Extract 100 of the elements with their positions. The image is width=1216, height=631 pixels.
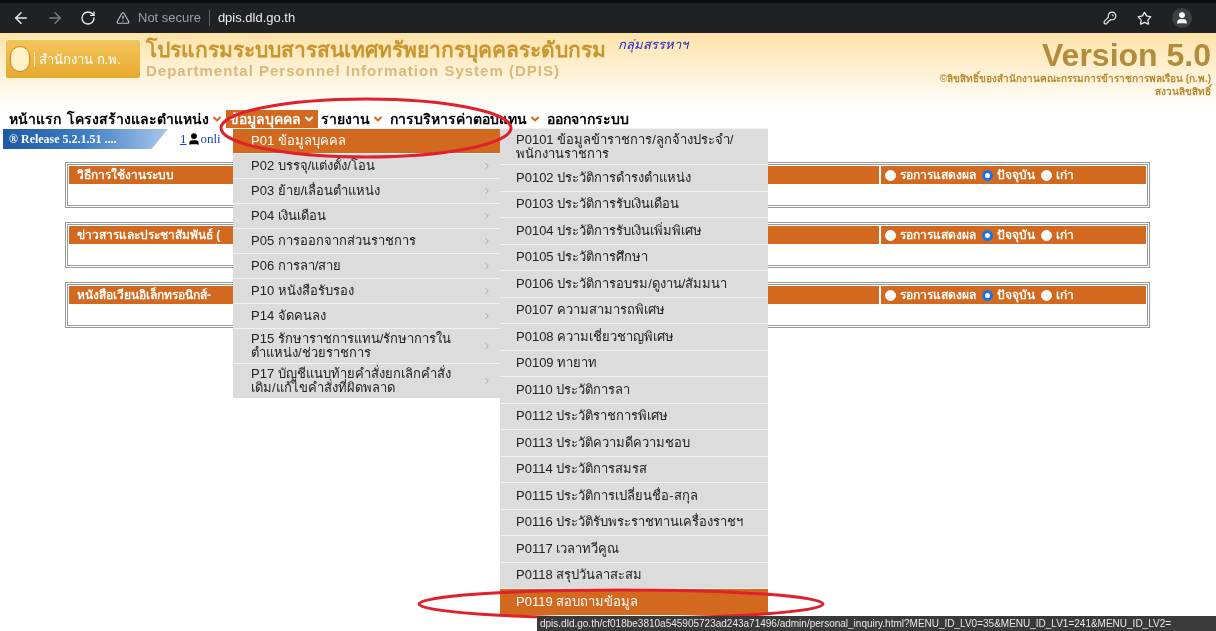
menu-item-label: P03 ย้าย/เลื่อนตำแหน่ง xyxy=(251,184,382,198)
submenu-item-label: P0107 ความสามารถพิเศษ xyxy=(516,303,666,318)
version-label: Version 5.0 xyxy=(1042,38,1211,72)
submenu-item-label: P0104 ประวัติการรับเงินเพิ่มพิเศษ xyxy=(516,223,703,238)
filter-radio[interactable]: ปัจจุบัน xyxy=(982,286,1035,304)
radio-icon[interactable] xyxy=(982,169,993,181)
submenu-item[interactable]: P0102 ประวัติการดำรงตำแหน่ง xyxy=(500,164,768,191)
filter-radio[interactable]: รอการแสดงผล xyxy=(885,286,976,304)
menu-item-label: P06 การลา/สาย xyxy=(251,259,343,273)
submenu-item[interactable]: P0117 เวลาทวีคูณ xyxy=(500,535,768,562)
submenu-item-label: P0116 ประวัติรับพระราชทานเครื่องราชฯ xyxy=(516,515,744,530)
menu-item-label: P05 การออกจากส่วนราชการ xyxy=(251,234,417,248)
system-subtitle: Departmental Personnel Information System (DPIS) xyxy=(146,62,560,79)
profile-icon[interactable] xyxy=(1172,8,1192,28)
star-icon[interactable] xyxy=(1137,10,1152,26)
submenu-item-label: P0105 ประวัติการศึกษา xyxy=(516,250,649,265)
submenu-item[interactable]: P0114 ประวัติการสมรส xyxy=(500,455,768,482)
menu-item[interactable]: P05 การออกจากส่วนราชการ xyxy=(233,228,500,253)
menu-item-label: P17 บัญชีแนบท้ายคำสั่งยกเลิกคำสั่งเดิม/แก้ไขคำสั่งที่ผิดพลาด xyxy=(251,367,452,395)
menu-item[interactable]: P04 เงินเดือน xyxy=(233,203,500,228)
radio-label: รอการแสดงผล xyxy=(900,167,976,184)
submenu-item-label: P0101 ข้อมูลข้าราชการ/ลูกจ้างประจำ/พนักงานราชการ xyxy=(516,132,735,161)
submenu-item-label: P0113 ประวัติความดีความชอบ xyxy=(516,435,691,450)
status-url: dpis.dld.go.th/cf018be3810a545905723ad243a71496/admin/personal_inquiry.html?MENU_ID_LV0=35&MENU_ID_LV1=241&MENU_ID_LV2= xyxy=(540,617,1172,631)
system-title: โปรแกรมระบบสารสนเทศทรัพยากรบุคคลระดับกรม xyxy=(146,38,606,62)
radio-label: ปัจจุบัน xyxy=(997,167,1035,184)
menu-item[interactable]: P01 ข้อมูลบุคคล xyxy=(233,128,500,153)
menu-item[interactable]: P10 หนังสือรับรอง xyxy=(233,278,500,303)
submenu-item[interactable]: P0110 ประวัติการลา xyxy=(500,376,768,403)
menu-item[interactable]: P06 การลา/สาย xyxy=(233,253,500,278)
radio-icon[interactable] xyxy=(982,229,993,241)
filter-radio[interactable]: ปัจจุบัน xyxy=(982,226,1035,244)
online-link[interactable]: onli xyxy=(200,129,221,149)
reload-icon[interactable] xyxy=(80,10,96,26)
submenu-item[interactable]: P0105 ประวัติการศึกษา xyxy=(500,243,768,270)
submenu-item[interactable]: P0108 ความเชี่ยวชาญพิเศษ xyxy=(500,323,768,350)
submenu-item[interactable]: P0112 ประวัติราชการพิเศษ xyxy=(500,402,768,429)
radio-label: เก่า xyxy=(1056,287,1074,304)
menu-item-label: P10 หนังสือรับรอง xyxy=(251,284,355,298)
menu-item-label: P14 จัดคนลง xyxy=(251,309,327,323)
logo-text: สำนักงาน ก.พ. xyxy=(39,51,121,67)
submenu-item-label: P0110 ประวัติการลา xyxy=(516,382,631,397)
submenu-item-label: P0102 ประวัติการดำรงตำแหน่ง xyxy=(516,170,692,185)
radio-label: เก่า xyxy=(1056,227,1074,244)
submenu-item[interactable]: P0106 ประวัติการอบรม/ดูงาน/สัมมนา xyxy=(500,270,768,297)
radio-label: ปัจจุบัน xyxy=(997,287,1035,304)
filter-radio[interactable]: ปัจจุบัน xyxy=(982,166,1035,184)
release-label: ® Release 5.2.1.51 .... xyxy=(9,131,117,148)
submenu-item-label: P0119 สอบถามข้อมูล xyxy=(516,594,639,609)
menu-item[interactable]: P03 ย้าย/เลื่อนตำแหน่ง xyxy=(233,178,500,203)
user-icon xyxy=(186,132,201,146)
filter-radio[interactable]: เก่า xyxy=(1041,166,1074,184)
submenu-item[interactable]: P0116 ประวัติรับพระราชทานเครื่องราชฯ xyxy=(500,508,768,535)
submenu-item[interactable]: P0101 ข้อมูลข้าราชการ/ลูกจ้างประจำ/พนักงานราชการ xyxy=(500,128,768,164)
menu-item-label: P02 บรรจุ/แต่งตั้ง/โอน xyxy=(251,159,376,173)
filter-radio[interactable]: รอการแสดงผล xyxy=(885,166,976,184)
panel-title: ข่าวสารและประชาสัมพันธ์ ( xyxy=(77,227,221,244)
submenu-item-label: P0115 ประวัติการเปลี่ยนชื่อ-สกุล xyxy=(516,488,698,503)
submenu-item-label: P0112 ประวัติราชการพิเศษ xyxy=(516,409,669,424)
submenu-item-label: P0109 ทายาท xyxy=(516,356,598,371)
submenu-item-label: P0108 ความเชี่ยวชาญพิเศษ xyxy=(516,329,675,344)
warning-icon xyxy=(116,11,130,25)
submenu-item-label: P0118 สรุปวันลาสะสม xyxy=(516,568,643,583)
submenu-item-label: P0117 เวลาทวีคูณ xyxy=(516,541,620,556)
submenu-item[interactable]: P0115 ประวัติการเปลี่ยนชื่อ-สกุล xyxy=(500,482,768,509)
radio-label: เก่า xyxy=(1056,167,1074,184)
url-text: dpis.dld.go.th xyxy=(217,9,296,28)
key-icon[interactable] xyxy=(1103,11,1117,25)
submenu-item[interactable]: P0119 สอบถามข้อมูล xyxy=(500,588,768,615)
menu-bar-item[interactable]: หน้าแรก xyxy=(6,110,64,128)
menu-item-label: P04 เงินเดือน xyxy=(251,209,327,223)
filter-radio[interactable]: รอการแสดงผล xyxy=(885,226,976,244)
rights-text: สงวนลิขสิทธิ์ xyxy=(1155,85,1211,98)
emblem-icon xyxy=(10,46,30,72)
submenu-item[interactable]: P0103 ประวัติการรับเงินเดือน xyxy=(500,190,768,217)
submenu-item[interactable]: P0104 ประวัติการรับเงินเพิ่มพิเศษ xyxy=(500,217,768,244)
submenu-item[interactable]: P0107 ความสามารถพิเศษ xyxy=(500,296,768,323)
copyright-text: ©ลิขสิทธิ์ของสำนักงานคณะกรรมการข้าราชการพลเรือน (ก.พ.) xyxy=(939,72,1211,84)
forward-icon[interactable] xyxy=(46,9,64,27)
group-label: กลุ่มสรรหาฯ xyxy=(618,36,688,55)
back-icon[interactable] xyxy=(12,9,30,27)
submenu-item[interactable]: P0109 ทายาท xyxy=(500,349,768,376)
panel-title: วิธีการใช้งานระบบ xyxy=(77,166,174,184)
menu-bar-item[interactable]: โครงสร้างและตำแหน่ง xyxy=(64,110,226,128)
panel-title: หนังสือเวียนอิเล็กทรอนิกส์- xyxy=(77,286,211,304)
menu-bar-item[interactable]: รายงาน xyxy=(318,110,387,128)
radio-label: รอการแสดงผล xyxy=(900,227,976,244)
menu-item[interactable]: P02 บรรจุ/แต่งตั้ง/โอน xyxy=(233,153,500,178)
submenu-item-label: P0103 ประวัติการรับเงินเดือน xyxy=(516,197,680,212)
online-count-link[interactable]: 1 xyxy=(180,129,187,149)
menu-bar-item[interactable]: ออกจากระบบ xyxy=(544,110,632,128)
filter-radio[interactable]: เก่า xyxy=(1041,286,1074,304)
menu-item[interactable]: P14 จัดคนลง xyxy=(233,303,500,328)
radio-icon[interactable] xyxy=(982,289,993,301)
submenu-item[interactable]: P0113 ประวัติความดีความชอบ xyxy=(500,429,768,456)
filter-radio[interactable]: เก่า xyxy=(1041,226,1074,244)
submenu-item-label: P0114 ประวัติการสมรส xyxy=(516,462,648,477)
submenu-item-label: P0106 ประวัติการอบรม/ดูงาน/สัมมนา xyxy=(516,276,728,291)
menu-bar-item[interactable]: ข้อมูลบุคคล xyxy=(226,110,318,128)
menu-item-label: P01 ข้อมูลบุคคล xyxy=(251,134,347,148)
